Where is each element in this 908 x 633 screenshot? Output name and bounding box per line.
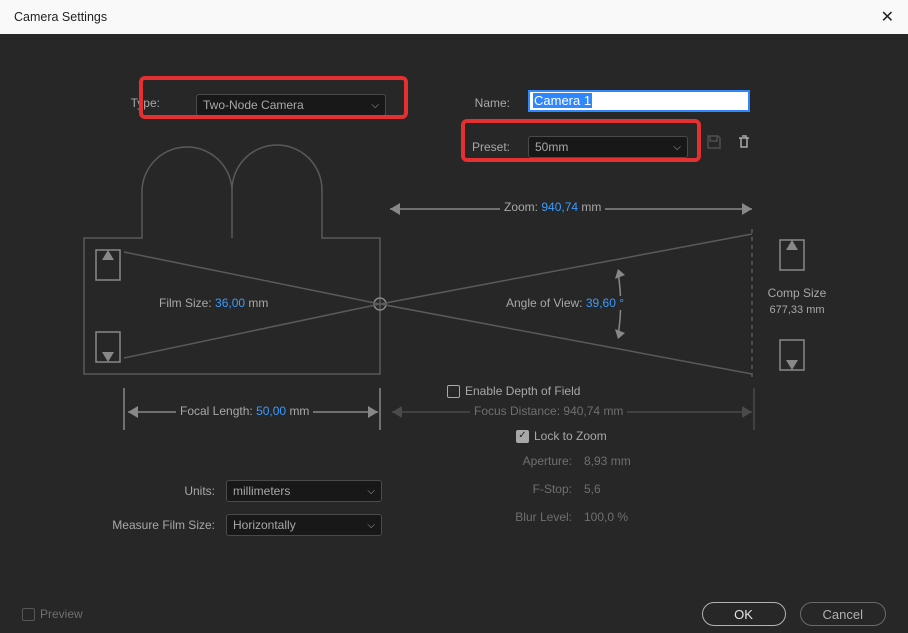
fstop-value: 5,6 xyxy=(584,482,601,496)
aperture-label: Aperture: xyxy=(450,454,572,468)
units-value: millimeters xyxy=(233,484,290,498)
bottom-bar: Preview OK Cancel xyxy=(0,595,908,633)
focal-label: Focal Length: xyxy=(180,404,253,418)
preset-label: Preset: xyxy=(452,140,510,154)
checkbox-icon xyxy=(447,385,460,398)
units-dropdown[interactable]: millimeters ⌵ xyxy=(226,480,382,502)
fstop-label: F-Stop: xyxy=(450,482,572,496)
enable-dof-label: Enable Depth of Field xyxy=(465,384,580,398)
focal-field: Focal Length: 50,00 mm xyxy=(176,404,313,418)
preset-value: 50mm xyxy=(535,140,568,154)
focusdist-field: Focus Distance: 940,74 mm xyxy=(470,404,627,418)
zoom-unit: mm xyxy=(581,200,601,214)
trash-icon[interactable] xyxy=(736,134,760,158)
units-label: Units: xyxy=(105,484,215,498)
aov-value[interactable]: 39,60 xyxy=(586,296,616,310)
measure-film-label: Measure Film Size: xyxy=(85,518,215,532)
preset-dropdown[interactable]: 50mm ⌵ xyxy=(528,136,688,158)
preview-label: Preview xyxy=(40,607,83,621)
compsize-unit: mm xyxy=(806,304,824,316)
focusdist-unit: mm xyxy=(603,404,623,418)
zoom-label: Zoom: xyxy=(504,200,538,214)
focal-unit: mm xyxy=(289,404,309,418)
zoom-field: Zoom: 940,74 mm xyxy=(500,200,605,214)
focal-value[interactable]: 50,00 xyxy=(256,404,286,418)
ok-button[interactable]: OK xyxy=(702,602,786,626)
compsize-value: 677,33 xyxy=(769,304,803,316)
content-area: Type: Two-Node Camera ⌵ Name: Camera 1 P… xyxy=(0,34,908,595)
titlebar: Camera Settings ✕ xyxy=(0,0,908,34)
compsize-label: Comp Size xyxy=(757,286,837,300)
type-value: Two-Node Camera xyxy=(203,98,304,112)
zoom-value[interactable]: 940,74 xyxy=(541,200,578,214)
filmsize-label: Film Size: xyxy=(159,296,212,310)
type-label: Type: xyxy=(100,96,160,110)
name-value: Camera 1 xyxy=(533,93,592,108)
chevron-down-icon: ⌵ xyxy=(673,142,681,153)
chevron-down-icon: ⌵ xyxy=(367,520,375,531)
lock-zoom-label: Lock to Zoom xyxy=(534,429,607,443)
blur-value: 100,0 % xyxy=(584,510,628,524)
preview-checkbox: Preview xyxy=(22,607,83,621)
filmsize-unit: mm xyxy=(248,296,268,310)
aov-unit: ° xyxy=(619,296,624,310)
close-icon[interactable]: ✕ xyxy=(881,7,894,27)
focusdist-label: Focus Distance: xyxy=(474,404,560,418)
aov-field: Angle of View: 39,60 ° xyxy=(502,296,628,310)
measure-film-value: Horizontally xyxy=(233,518,296,532)
aperture-value: 8,93 mm xyxy=(584,454,631,468)
focusdist-value: 940,74 xyxy=(563,404,600,418)
save-preset-icon xyxy=(706,134,730,158)
aov-label: Angle of View: xyxy=(506,296,583,310)
checkbox-icon xyxy=(22,608,35,621)
blur-label: Blur Level: xyxy=(450,510,572,524)
chevron-down-icon: ⌵ xyxy=(367,486,375,497)
name-label: Name: xyxy=(460,96,510,110)
type-dropdown[interactable]: Two-Node Camera ⌵ xyxy=(196,94,386,116)
cancel-button[interactable]: Cancel xyxy=(800,602,886,626)
filmsize-field: Film Size: 36,00 mm xyxy=(155,296,272,310)
checkbox-checked-icon: ✓ xyxy=(516,430,529,443)
filmsize-value[interactable]: 36,00 xyxy=(215,296,245,310)
window-title: Camera Settings xyxy=(14,10,107,24)
chevron-down-icon: ⌵ xyxy=(371,100,379,111)
lock-zoom-checkbox[interactable]: ✓ Lock to Zoom xyxy=(516,429,607,443)
name-input[interactable]: Camera 1 xyxy=(528,90,750,112)
enable-dof-checkbox[interactable]: Enable Depth of Field xyxy=(443,384,584,398)
compsize-field: Comp Size 677,33 mm xyxy=(757,286,837,316)
measure-film-dropdown[interactable]: Horizontally ⌵ xyxy=(226,514,382,536)
